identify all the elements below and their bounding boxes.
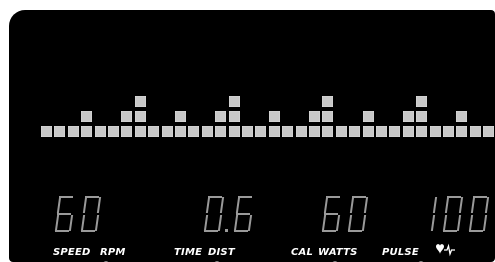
matrix-cell (295, 126, 307, 137)
seven-segment-digit (346, 196, 369, 232)
seven-segment-digit (202, 196, 225, 232)
matrix-cell (362, 126, 374, 137)
time-label: TIME (174, 247, 203, 258)
lcd-panel: SPEED RPM TIME DIST CAL WATTS PULSE (9, 10, 495, 262)
heart-rate-icon (436, 243, 455, 257)
matrix-cell (228, 126, 240, 137)
matrix-cell (121, 126, 133, 137)
decimal-point (225, 229, 228, 232)
matrix-cell (134, 96, 146, 107)
seven-segment-digit (53, 196, 74, 232)
matrix-cell (309, 126, 320, 137)
seven-segment-digit (79, 196, 102, 232)
matrix-cell (349, 126, 361, 137)
matrix-cell (215, 111, 227, 122)
matrix-cell (188, 126, 200, 137)
matrix-cell (148, 126, 160, 137)
matrix-cell (416, 96, 428, 107)
watts-label: WATTS (318, 247, 358, 258)
seven-segment-digit (467, 196, 490, 232)
matrix-cell (469, 126, 481, 137)
seven-segment-digit (415, 196, 438, 232)
matrix-cell (309, 111, 320, 122)
dist-label: DIST (208, 247, 235, 258)
matrix-cell (161, 126, 173, 137)
matrix-cell (282, 126, 294, 137)
matrix-cell (134, 111, 146, 122)
matrix-cell (322, 126, 334, 137)
matrix-cell (335, 126, 347, 137)
matrix-cell (175, 111, 186, 122)
matrix-cell (322, 96, 334, 107)
matrix-cell (456, 126, 468, 137)
matrix-cell (362, 111, 374, 122)
matrix-cell (322, 111, 334, 122)
matrix-cell (201, 126, 213, 137)
matrix-cell (134, 126, 146, 137)
matrix-cell (376, 126, 387, 137)
matrix-cell (215, 126, 227, 137)
matrix-cell (416, 126, 428, 137)
matrix-cell (108, 126, 119, 137)
matrix-cell (416, 111, 428, 122)
pulse-label: PULSE (382, 247, 419, 258)
rpm-label: RPM (100, 247, 126, 258)
matrix-cell (255, 126, 267, 137)
matrix-cell (94, 126, 106, 137)
matrix-cell (268, 111, 280, 122)
matrix-cell (228, 111, 240, 122)
cal-label: CAL (291, 247, 314, 258)
matrix-cell (41, 126, 52, 137)
matrix-cell (67, 126, 79, 137)
matrix-cell (228, 96, 240, 107)
matrix-cell (402, 126, 414, 137)
matrix-cell (456, 111, 468, 122)
matrix-cell (268, 126, 280, 137)
matrix-cell (483, 126, 495, 137)
seven-segment-digit (320, 196, 341, 232)
matrix-cell (389, 126, 401, 137)
matrix-cell (242, 126, 253, 137)
matrix-cell (402, 111, 414, 122)
matrix-cell (121, 111, 133, 122)
speed-label: SPEED (53, 247, 91, 258)
matrix-cell (81, 111, 93, 122)
seven-segment-digit (441, 196, 464, 232)
matrix-cell (81, 126, 93, 137)
seven-segment-digit (232, 196, 253, 232)
matrix-cell (429, 126, 441, 137)
matrix-cell (54, 126, 66, 137)
matrix-cell (175, 126, 186, 137)
matrix-cell (443, 126, 454, 137)
console-screen: SPEED RPM TIME DIST CAL WATTS PULSE (0, 0, 495, 262)
